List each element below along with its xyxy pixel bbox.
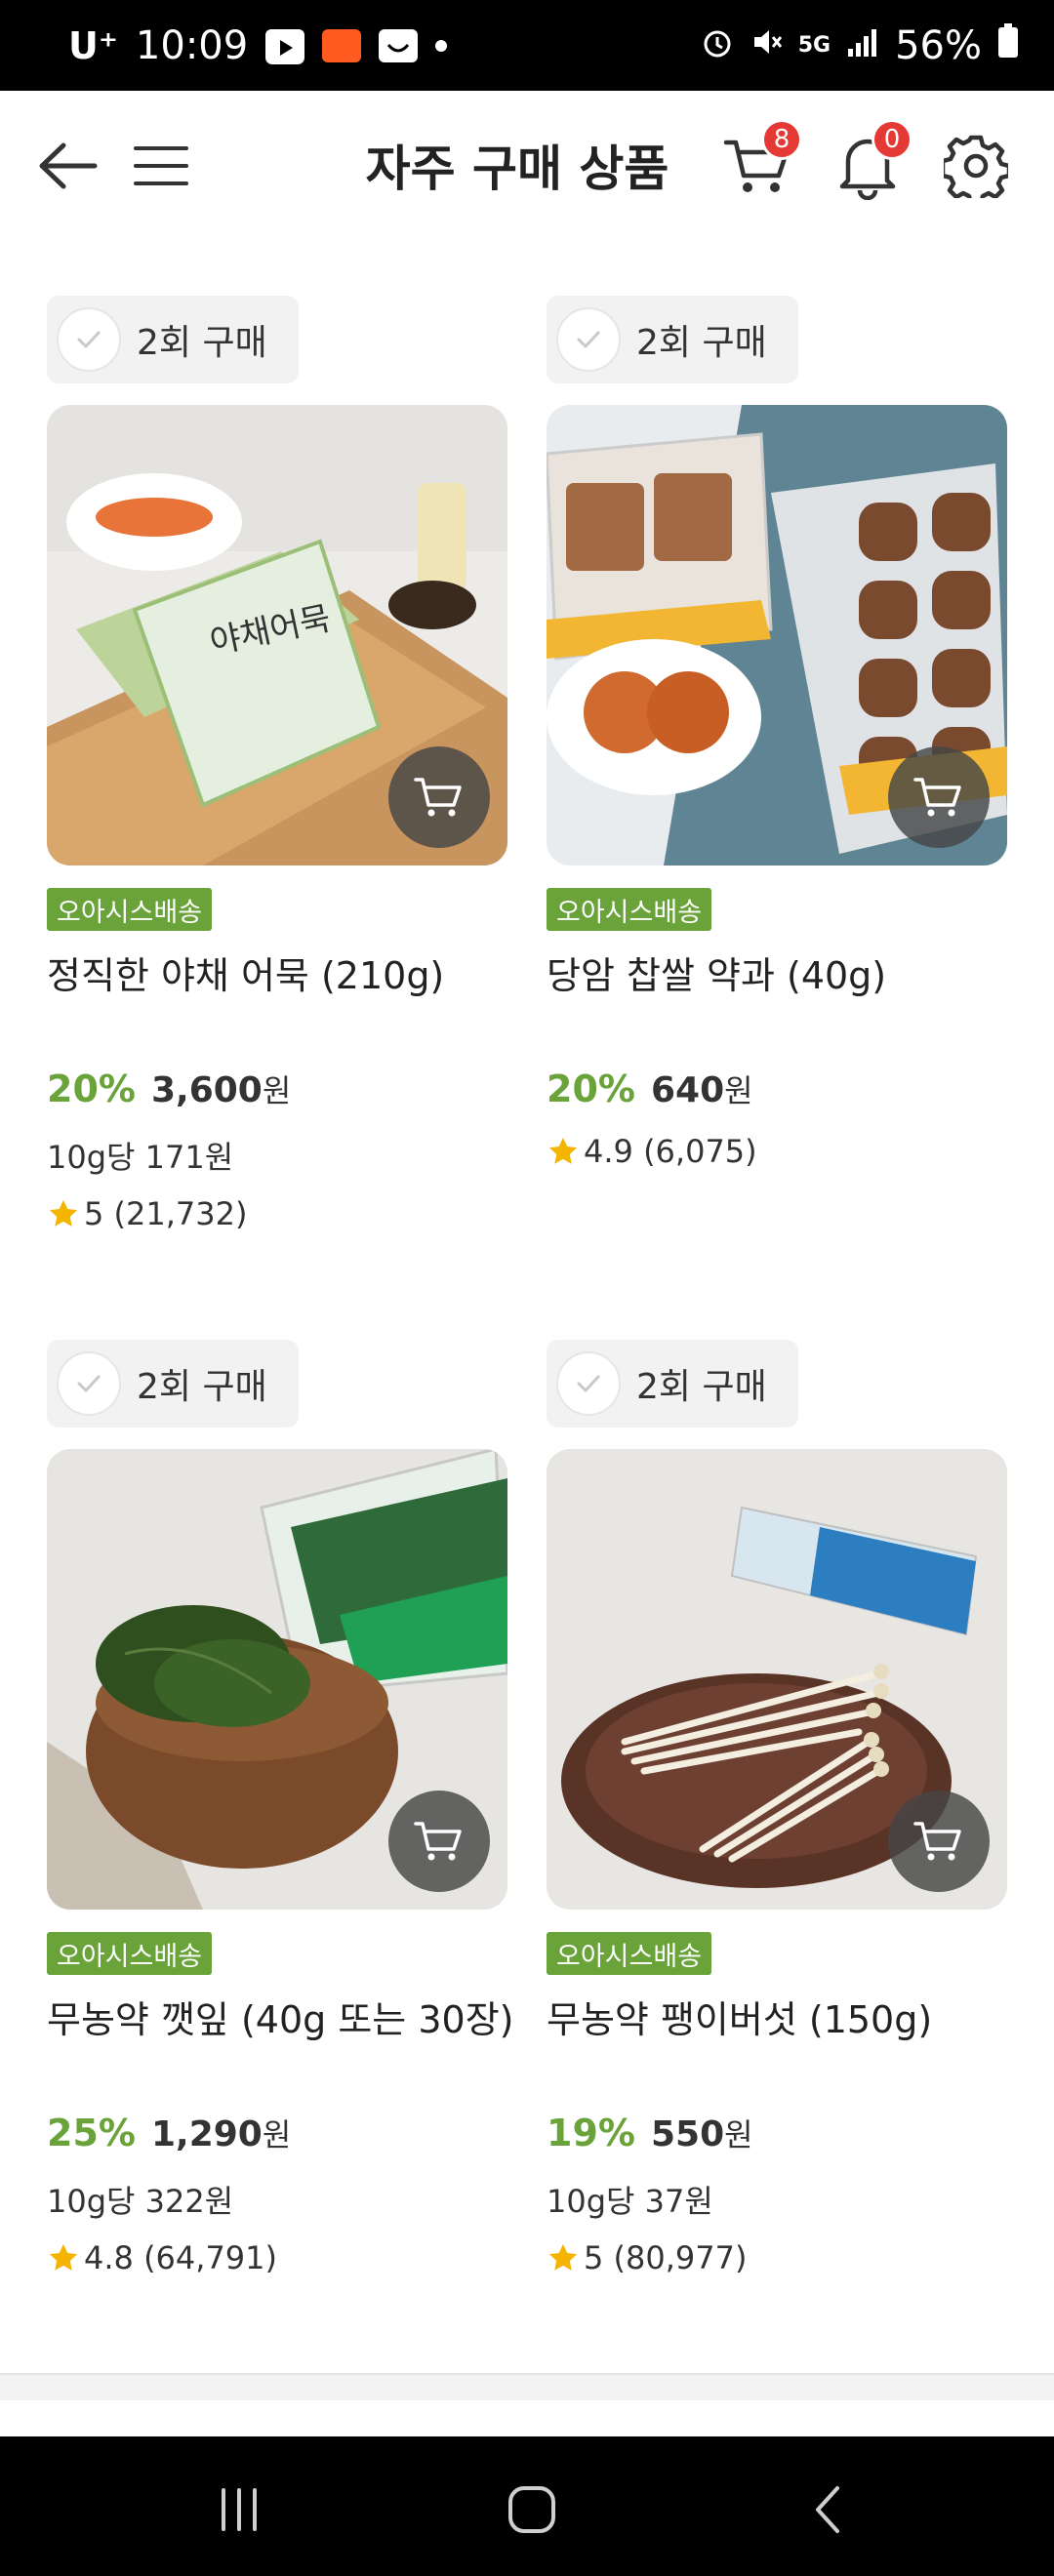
unit-price: 10g당 171원 [47,1139,234,1176]
rating-text: 5 (21,732) [84,1195,248,1232]
home-button[interactable] [493,2471,571,2549]
add-to-cart-button[interactable] [888,746,990,848]
price-row: 20% 3,600원 [47,1067,291,1111]
rating: 5 (80,977) [547,2239,747,2276]
clock: 10:09 [135,22,249,68]
price: 3,600원 [151,1067,291,1111]
recent-apps-icon [222,2488,257,2531]
status-bar: U⁺ 10:09 5G 56% [0,0,1054,91]
gear-icon [944,135,1008,198]
star-icon [548,1137,578,1164]
smile-app-icon [379,28,419,62]
product-name[interactable]: 당암 찹쌀 약과 (40g) [547,946,1015,999]
select-checkbox[interactable] [556,307,621,372]
cart-icon [414,778,462,817]
battery-icon [997,22,1019,68]
alarm-icon [701,23,734,68]
signal-icon [846,23,879,68]
mute-icon [750,23,783,68]
notification-button[interactable]: 0 [829,119,912,205]
star-icon [548,2243,578,2271]
discount-rate: 20% [47,1067,136,1110]
notification-dot-icon [435,39,448,52]
cart-icon [414,1822,462,1861]
purchase-count-label: 2회 구매 [636,1367,767,1407]
rating-text: 5 (80,977) [584,2239,748,2276]
rating-text: 4.8 (64,791) [84,2239,277,2276]
currency: 원 [262,1072,292,1109]
price-row: 20% 640원 [547,1067,753,1111]
delivery-badge: 오아시스배송 [547,888,712,931]
product-image[interactable] [547,1449,1007,1910]
price-value: 1,290 [150,2114,263,2154]
price: 1,290원 [151,2111,291,2155]
product-image[interactable] [547,405,1007,865]
currency: 원 [724,2116,753,2153]
delivery-badge: 오아시스배송 [47,1932,213,1975]
price-value: 640 [650,1070,725,1110]
rating: 4.8 (64,791) [47,2239,277,2276]
price: 550원 [651,2111,753,2155]
chevron-left-icon [816,2486,839,2533]
purchase-count-label: 2회 구매 [137,323,267,363]
app-header: 자주 구매 상품 8 0 [0,91,1054,237]
recent-apps-button[interactable] [200,2471,278,2549]
add-to-cart-button[interactable] [888,1791,990,1892]
discount-rate: 25% [47,2112,136,2154]
purchase-count-label: 2회 구매 [137,1367,267,1407]
delivery-badge: 오아시스배송 [47,888,213,931]
currency: 원 [724,1072,753,1109]
cart-icon [913,778,961,817]
delivery-badge: 오아시스배송 [547,1932,712,1975]
carrier-label: U⁺ [68,23,118,67]
purchase-count-chip[interactable]: 2회 구매 [47,296,299,383]
add-to-cart-button[interactable] [388,1791,490,1892]
price-value: 550 [650,2114,725,2154]
product-name[interactable]: 정직한 야채 어묵 (210g) [47,946,515,999]
select-checkbox[interactable] [57,1351,121,1416]
price-value: 3,600 [150,1070,263,1110]
product-image[interactable]: 야채어묵 [47,405,507,865]
system-back-button[interactable] [790,2471,869,2549]
cart-icon [913,1822,961,1861]
price-row: 19% 550원 [547,2111,753,2155]
shopping-app-icon [322,28,362,62]
check-icon [77,1375,101,1392]
battery-level: 56% [895,22,982,68]
discount-rate: 19% [547,2112,635,2154]
star-icon [49,2243,78,2271]
purchase-count-chip[interactable]: 2회 구매 [47,1340,299,1428]
cart-button[interactable]: 8 [718,119,802,205]
rating-text: 4.9 (6,075) [584,1133,757,1170]
check-icon [577,1375,600,1392]
product-image[interactable] [47,1449,507,1910]
rating: 5 (21,732) [47,1195,247,1232]
network-5g-icon: 5G [797,33,831,58]
select-checkbox[interactable] [556,1351,621,1416]
discount-rate: 20% [547,1067,635,1110]
check-icon [577,331,600,348]
settings-button[interactable] [937,127,1015,205]
purchase-count-label: 2회 구매 [636,323,767,363]
home-icon [508,2486,555,2533]
star-icon [49,1199,78,1227]
currency: 원 [262,2116,292,2153]
add-to-cart-button[interactable] [388,746,490,848]
select-checkbox[interactable] [57,307,121,372]
notification-count-badge: 0 [872,119,912,160]
price: 640원 [651,1067,753,1111]
check-icon [77,331,101,348]
unit-price: 10g당 37원 [547,2183,713,2220]
system-navigation-bar [0,2436,1054,2576]
cart-count-badge: 8 [761,119,802,160]
product-name[interactable]: 무농약 깻잎 (40g 또는 30장) [47,1990,515,2043]
price-row: 25% 1,290원 [47,2111,291,2155]
product-name[interactable]: 무농약 팽이버섯 (150g) [547,1990,1015,2043]
rating: 4.9 (6,075) [547,1133,757,1170]
purchase-count-chip[interactable]: 2회 구매 [547,1340,798,1428]
section-divider [0,2373,1054,2400]
purchase-count-chip[interactable]: 2회 구매 [547,296,798,383]
youtube-icon [265,28,305,64]
unit-price: 10g당 322원 [47,2183,234,2220]
